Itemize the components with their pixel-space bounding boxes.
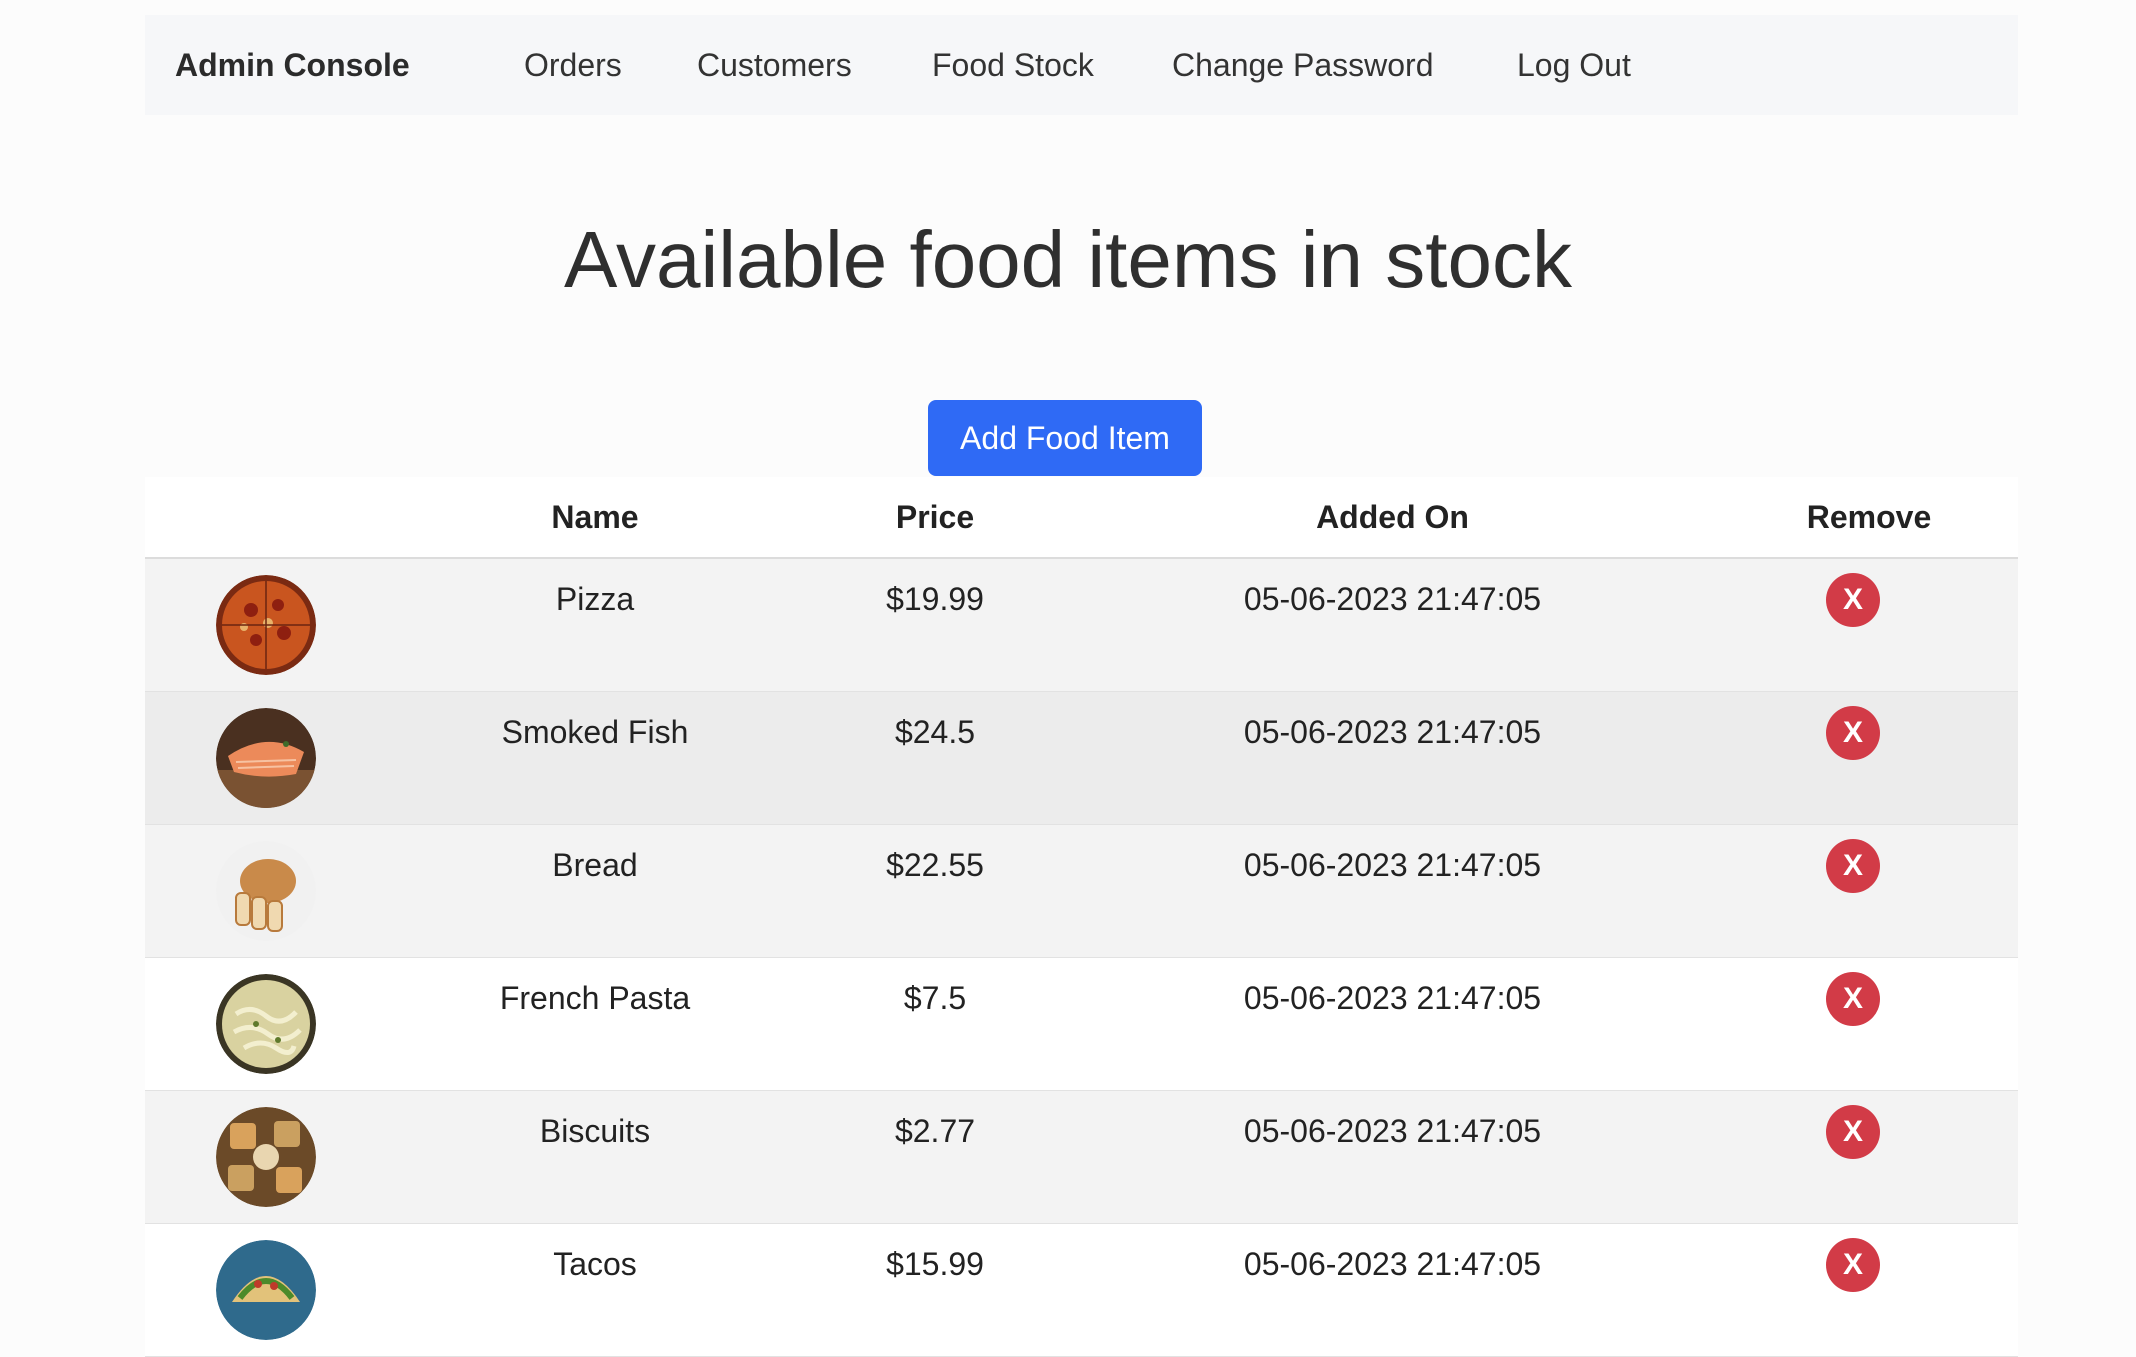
thumb-cell — [145, 957, 385, 1091]
remove-button[interactable]: X — [1826, 573, 1880, 627]
price-cell: $2.77 — [805, 1090, 1065, 1224]
remove-button[interactable]: X — [1826, 839, 1880, 893]
pizza-thumbnail — [216, 575, 316, 675]
thumb-cell — [145, 691, 385, 825]
price-cell: $22.55 — [805, 824, 1065, 958]
table-row: Biscuits $2.77 05-06-2023 21:47:05 X — [145, 1090, 2018, 1224]
header-name: Name — [385, 477, 805, 559]
table-header-row: Name Price Added On Remove — [145, 477, 2018, 559]
remove-cell: X — [1720, 1223, 2018, 1357]
remove-cell: X — [1720, 957, 2018, 1091]
price-cell: $24.5 — [805, 691, 1065, 825]
added-on-cell: 05-06-2023 21:47:05 — [1065, 691, 1720, 825]
smoked-fish-thumbnail — [216, 708, 316, 808]
nav-link-orders[interactable]: Orders — [524, 15, 622, 115]
header-remove: Remove — [1720, 477, 2018, 559]
price-cell: $19.99 — [805, 558, 1065, 692]
table-row: Smoked Fish $24.5 05-06-2023 21:47:05 X — [145, 691, 2018, 825]
biscuits-thumbnail — [216, 1107, 316, 1207]
remove-button[interactable]: X — [1826, 972, 1880, 1026]
added-on-cell: 05-06-2023 21:47:05 — [1065, 1090, 1720, 1224]
name-cell: Bread — [385, 824, 805, 958]
nav-link-log-out[interactable]: Log Out — [1517, 15, 1631, 115]
price-cell: $7.5 — [805, 957, 1065, 1091]
tacos-thumbnail — [216, 1240, 316, 1340]
name-cell: Smoked Fish — [385, 691, 805, 825]
name-cell: Pizza — [385, 558, 805, 692]
thumb-cell — [145, 558, 385, 692]
added-on-cell: 05-06-2023 21:47:05 — [1065, 558, 1720, 692]
added-on-cell: 05-06-2023 21:47:05 — [1065, 957, 1720, 1091]
name-cell: Tacos — [385, 1223, 805, 1357]
remove-cell: X — [1720, 691, 2018, 825]
table-row: Bread $22.55 05-06-2023 21:47:05 X — [145, 824, 2018, 958]
add-food-item-button[interactable]: Add Food Item — [928, 400, 1202, 476]
bread-thumbnail — [216, 841, 316, 941]
thumb-cell — [145, 1090, 385, 1224]
navbar: Admin Console Orders Customers Food Stoc… — [145, 15, 2018, 115]
pasta-thumbnail — [216, 974, 316, 1074]
remove-button[interactable]: X — [1826, 706, 1880, 760]
food-stock-table: Name Price Added On Remove Pizza $19.99 … — [145, 477, 2018, 1357]
remove-button[interactable]: X — [1826, 1105, 1880, 1159]
remove-cell: X — [1720, 1090, 2018, 1224]
remove-button[interactable]: X — [1826, 1238, 1880, 1292]
added-on-cell: 05-06-2023 21:47:05 — [1065, 1223, 1720, 1357]
added-on-cell: 05-06-2023 21:47:05 — [1065, 824, 1720, 958]
remove-cell: X — [1720, 558, 2018, 692]
table-row: French Pasta $7.5 05-06-2023 21:47:05 X — [145, 957, 2018, 1091]
nav-link-customers[interactable]: Customers — [697, 15, 852, 115]
header-added-on: Added On — [1065, 477, 1720, 559]
price-cell: $15.99 — [805, 1223, 1065, 1357]
name-cell: Biscuits — [385, 1090, 805, 1224]
table-row: Pizza $19.99 05-06-2023 21:47:05 X — [145, 558, 2018, 692]
name-cell: French Pasta — [385, 957, 805, 1091]
header-price: Price — [805, 477, 1065, 559]
brand-link[interactable]: Admin Console — [175, 15, 410, 115]
thumb-cell — [145, 824, 385, 958]
remove-cell: X — [1720, 824, 2018, 958]
nav-link-change-password[interactable]: Change Password — [1172, 15, 1433, 115]
thumb-cell — [145, 1223, 385, 1357]
table-row: Tacos $15.99 05-06-2023 21:47:05 X — [145, 1223, 2018, 1357]
page-title: Available food items in stock — [564, 215, 1572, 304]
nav-link-food-stock[interactable]: Food Stock — [932, 15, 1094, 115]
header-image — [145, 477, 385, 559]
